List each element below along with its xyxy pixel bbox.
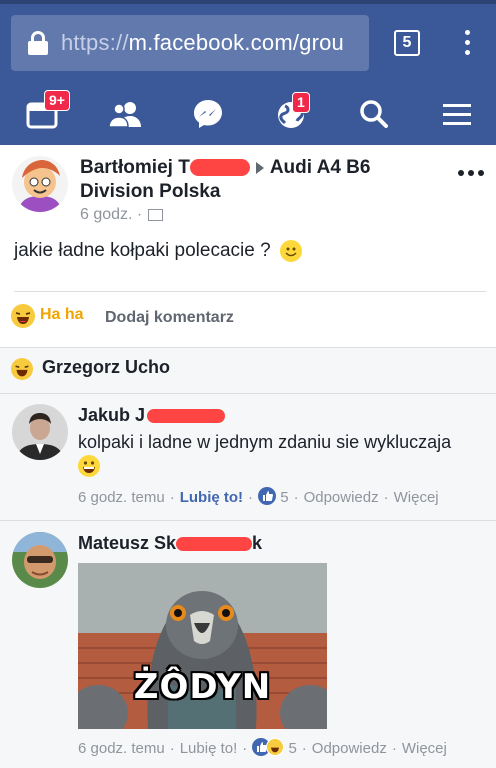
more-button[interactable]: Więcej xyxy=(394,489,439,506)
like-reaction-icon xyxy=(258,487,277,505)
comment-author-name[interactable]: Mateusz Sk k xyxy=(78,533,262,554)
redaction-mark xyxy=(189,159,250,177)
reply-button[interactable]: Odpowiedz xyxy=(304,489,379,506)
redaction-mark xyxy=(176,537,253,552)
post-options-icon[interactable] xyxy=(458,170,486,176)
friends-icon[interactable] xyxy=(95,83,155,145)
redaction-mark xyxy=(147,409,226,424)
comment-divider xyxy=(0,520,496,521)
post-body: jakie ładne kołpaki polecacie ? xyxy=(14,240,302,262)
search-icon[interactable] xyxy=(344,83,404,145)
post-header: Bartłomiej T Audi A4 B6 Division Polska xyxy=(80,156,430,204)
messenger-icon[interactable] xyxy=(178,83,238,145)
comment-author-avatar[interactable] xyxy=(12,404,68,460)
notifications-badge: 9+ xyxy=(44,90,70,111)
add-comment-button[interactable]: Dodaj komentarz xyxy=(105,309,234,327)
haha-reaction-icon xyxy=(266,738,285,756)
comment-author-avatar[interactable] xyxy=(12,532,68,588)
browser-toolbar: https://m.facebook.com/grou 5 xyxy=(0,0,496,83)
menu-icon[interactable] xyxy=(427,83,487,145)
comment-author-name[interactable]: Jakub J xyxy=(78,405,226,426)
status-strip xyxy=(0,0,496,4)
browser-menu-icon[interactable] xyxy=(460,28,474,58)
post-divider xyxy=(14,291,486,292)
image-caption: ŻÔDYN xyxy=(133,667,272,707)
comment-meta: 6 godz. temu · Lubię to! · 5 · Odpowiedz · Więc… xyxy=(78,487,439,506)
news-feed-icon[interactable]: 9+ xyxy=(12,83,72,145)
comment-meta: 6 godz. temu · Lubię to! · 5 · Odpowiedz · Więc… xyxy=(78,738,447,757)
post-timestamp[interactable]: 6 godz. · xyxy=(80,206,164,224)
facebook-nav-bar: 9+ 1 xyxy=(0,83,496,145)
reactor-haha-icon xyxy=(11,358,33,380)
haha-reaction-icon[interactable] xyxy=(11,304,35,328)
comment-time[interactable]: 6 godz. temu xyxy=(78,489,165,506)
smile-emoji-icon xyxy=(279,240,302,262)
arrow-right-icon xyxy=(255,161,264,174)
section-divider xyxy=(0,347,496,348)
post-author-avatar[interactable] xyxy=(12,156,68,212)
post-author-name[interactable]: Bartłomiej xyxy=(80,157,173,178)
reaction-button[interactable]: Ha ha xyxy=(40,306,84,324)
post-author-initial: T xyxy=(178,157,190,178)
lock-icon xyxy=(25,29,53,57)
reaction-count[interactable]: 5 xyxy=(288,740,296,757)
reactor-divider xyxy=(0,393,496,394)
like-button[interactable]: Lubię to! xyxy=(180,740,238,757)
address-bar[interactable]: https://m.facebook.com/grou xyxy=(11,15,369,71)
url-text: https://m.facebook.com/grou xyxy=(61,30,344,55)
comment-image[interactable]: ŻÔDYN xyxy=(78,563,327,729)
grin-emoji-icon xyxy=(78,455,100,477)
reaction-count[interactable]: 5 xyxy=(280,489,288,506)
globe-icon[interactable]: 1 xyxy=(261,83,321,145)
comment-time[interactable]: 6 godz. temu xyxy=(78,740,165,757)
group-audience-icon xyxy=(148,208,164,221)
like-button[interactable]: Lubię to! xyxy=(180,489,243,506)
comment-text: kolpaki i ladne w jednym zdaniu sie wykl… xyxy=(78,429,490,484)
globe-badge: 1 xyxy=(292,92,310,113)
tab-switcher-button[interactable]: 5 xyxy=(394,30,420,56)
more-button[interactable]: Więcej xyxy=(402,740,447,757)
reply-button[interactable]: Odpowiedz xyxy=(312,740,387,757)
reactor-name[interactable]: Grzegorz Ucho xyxy=(42,357,170,378)
